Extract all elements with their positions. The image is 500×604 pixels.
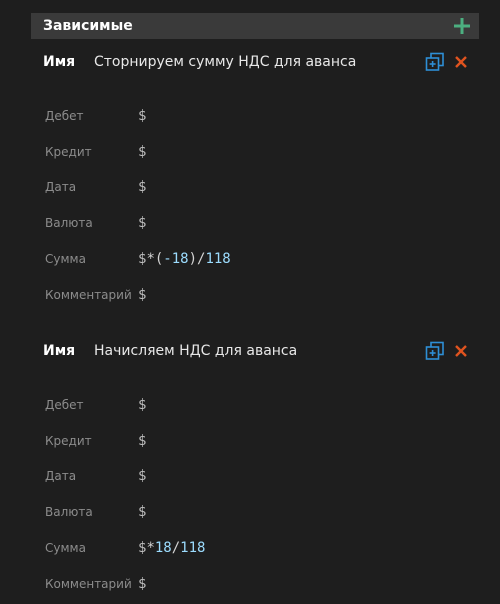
delete-icon[interactable] [451, 341, 471, 361]
field-value[interactable]: $ [138, 179, 146, 195]
field-value[interactable]: $ [138, 468, 146, 484]
field-amount: Сумма $*18/118 [31, 536, 479, 560]
field-value[interactable]: $*18/118 [138, 540, 205, 556]
field-date: Дата $ [31, 464, 479, 488]
field-value[interactable]: $ [138, 504, 146, 520]
field-label: Дебет [45, 109, 84, 123]
duplicate-icon[interactable] [425, 52, 445, 72]
delete-icon[interactable] [451, 52, 471, 72]
section-title: Зависимые [43, 18, 133, 34]
field-label: Валюта [45, 505, 93, 519]
name-label: Имя [43, 343, 76, 359]
field-value[interactable]: $ [138, 108, 146, 124]
field-value[interactable]: $ [138, 397, 146, 413]
section-header: Зависимые [31, 13, 479, 39]
field-credit: Кредит $ [31, 429, 479, 453]
field-credit: Кредит $ [31, 140, 479, 164]
field-label: Кредит [45, 434, 92, 448]
field-currency: Валюта $ [31, 500, 479, 524]
entry-actions [425, 341, 471, 361]
field-label: Сумма [45, 541, 86, 555]
field-comment: Комментарий $ [31, 572, 479, 596]
dependent-entry: Имя Сторнируем сумму НДС для аванса Дебе… [31, 42, 479, 303]
name-row: Имя Сторнируем сумму НДС для аванса [31, 42, 479, 82]
field-date: Дата $ [31, 175, 479, 199]
field-value[interactable]: $ [138, 287, 146, 303]
field-debit: Дебет $ [31, 104, 479, 128]
field-label: Дата [45, 469, 77, 483]
field-label: Дебет [45, 398, 84, 412]
field-label: Кредит [45, 145, 92, 159]
field-value[interactable]: $ [138, 144, 146, 160]
field-label: Дата [45, 180, 77, 194]
name-row: Имя Начисляем НДС для аванса [31, 331, 479, 371]
name-value[interactable]: Начисляем НДС для аванса [94, 343, 297, 359]
field-label: Комментарий [45, 577, 132, 591]
field-value[interactable]: $*(-18)/118 [138, 251, 231, 267]
field-amount: Сумма $*(-18)/118 [31, 247, 479, 271]
field-value[interactable]: $ [138, 576, 146, 592]
entry-actions [425, 52, 471, 72]
name-value[interactable]: Сторнируем сумму НДС для аванса [94, 54, 356, 70]
field-value[interactable]: $ [138, 433, 146, 449]
field-debit: Дебет $ [31, 393, 479, 417]
field-currency: Валюта $ [31, 211, 479, 235]
duplicate-icon[interactable] [425, 341, 445, 361]
field-label: Валюта [45, 216, 93, 230]
field-label: Комментарий [45, 288, 132, 302]
dependent-entry: Имя Начисляем НДС для аванса Дебет $ Кре… [31, 331, 479, 592]
field-value[interactable]: $ [138, 215, 146, 231]
field-label: Сумма [45, 252, 86, 266]
field-comment: Комментарий $ [31, 283, 479, 307]
add-icon[interactable] [453, 17, 471, 35]
name-label: Имя [43, 54, 76, 70]
